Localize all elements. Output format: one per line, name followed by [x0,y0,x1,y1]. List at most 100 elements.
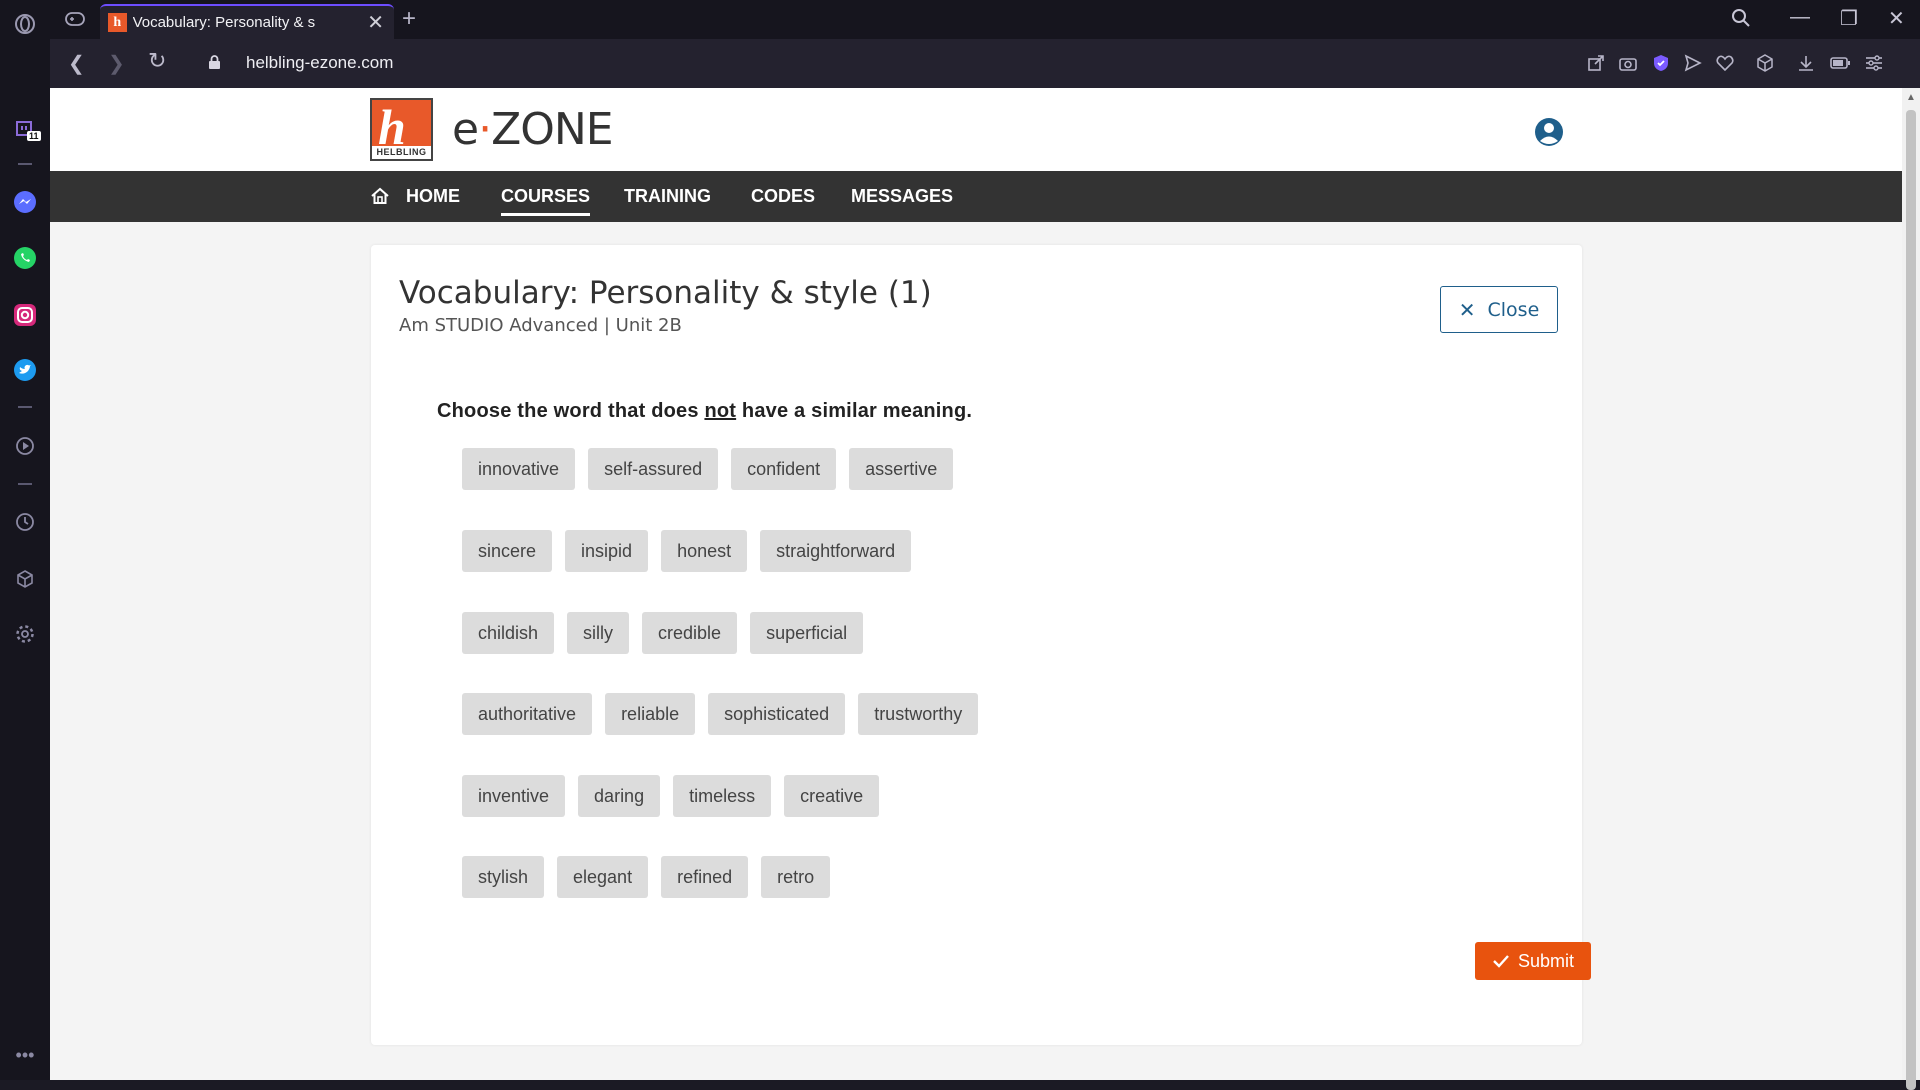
brand-prefix: e [452,104,479,155]
word-chip[interactable]: self-assured [588,448,719,490]
submit-button[interactable]: Submit [1475,942,1591,980]
submit-label: Submit [1517,950,1575,971]
word-row: childish silly credible superficial [462,612,864,654]
word-chip[interactable]: retro [761,856,831,898]
close-label: Close [1487,298,1540,321]
url-field[interactable]: helbling-ezone.com [246,53,393,73]
ezone-brand[interactable]: e·ZONE [452,104,614,155]
word-chip[interactable]: silly [567,612,630,654]
send-icon[interactable] [1682,52,1704,74]
helbling-logo[interactable]: h HELBLING [370,98,433,161]
brand-suffix: ZONE [491,104,613,155]
reload-icon[interactable]: ↻ [148,48,166,74]
word-chip[interactable]: daring [578,775,661,817]
vpn-shield-icon[interactable] [1650,52,1672,74]
instagram-icon[interactable] [13,303,37,327]
battery-icon[interactable] [1829,52,1851,74]
exercise-card: Vocabulary: Personality & style (1) Am S… [371,245,1591,1045]
more-dots-icon[interactable]: ••• [13,1043,37,1067]
browser-sidebar: 11 ••• [0,0,50,1080]
window-close-icon[interactable]: ✕ [1888,6,1905,31]
word-chip[interactable]: confident [731,448,837,490]
exercise-title: Vocabulary: Personality & style (1) [399,275,932,311]
extensions-cube-icon[interactable] [13,567,37,591]
nav-training[interactable]: TRAINING [624,186,711,207]
address-bar: ❮ ❯ ↻ helbling-ezone.com [50,39,1920,88]
word-chip[interactable]: reliable [605,693,696,735]
user-account-icon[interactable] [1534,117,1564,147]
new-tab-icon[interactable]: + [402,5,416,33]
exercise-subtitle: Am STUDIO Advanced | Unit 2B [399,315,682,336]
nav-codes[interactable]: CODES [751,186,815,207]
player-icon[interactable] [13,434,37,458]
lock-icon [209,55,220,69]
twitter-icon[interactable] [13,358,37,382]
close-icon: ✕ [1458,297,1476,322]
heart-icon[interactable] [1714,52,1736,74]
gamepad-icon[interactable] [64,8,86,30]
word-row: stylish elegant refined retro [462,856,831,898]
logo-tag: HELBLING [372,146,431,159]
instruction-text-start: Choose the word that does [437,400,705,422]
twitch-icon[interactable]: 11 [13,118,41,142]
share-icon[interactable] [1585,52,1607,74]
sidebar-divider [18,406,32,408]
tab-favicon-icon: h [108,13,127,32]
nav-messages[interactable]: MESSAGES [851,186,953,207]
whatsapp-icon[interactable] [13,246,37,270]
back-icon[interactable]: ❮ [68,51,85,76]
twitch-badge: 11 [27,131,41,141]
cube-icon[interactable] [1754,52,1776,74]
history-clock-icon[interactable] [13,510,37,534]
messenger-icon[interactable] [13,190,37,214]
word-chip[interactable]: timeless [673,775,772,817]
word-chip[interactable]: trustworthy [858,693,979,735]
camera-icon[interactable] [1617,52,1639,74]
word-chip[interactable]: sophisticated [708,693,846,735]
word-row: inventive daring timeless creative [462,775,880,817]
minimize-icon[interactable]: — [1790,6,1810,29]
word-chip[interactable]: honest [661,530,748,572]
word-row: innovative self-assured confident assert… [462,448,954,490]
word-chip[interactable]: creative [784,775,880,817]
word-chip[interactable]: authoritative [462,693,593,735]
word-chip[interactable]: insipid [565,530,649,572]
word-row: sincere insipid honest straightforward [462,530,912,572]
opera-logo-icon[interactable] [13,12,37,36]
scroll-up-icon[interactable]: ▲ [1906,92,1916,103]
word-chip[interactable]: elegant [557,856,649,898]
instruction-text-end: have a similar meaning. [736,400,973,422]
word-chip[interactable]: stylish [462,856,545,898]
brand-dot: · [478,104,492,155]
page-scrollbar[interactable]: ▲ [1902,88,1920,1090]
word-chip[interactable]: refined [661,856,749,898]
nav-courses[interactable]: COURSES [501,186,591,216]
restore-icon[interactable]: ❐ [1840,6,1858,31]
home-icon[interactable] [370,186,390,206]
search-icon[interactable] [1730,7,1752,29]
main-navigation: HOME COURSES TRAINING CODES MESSAGES [50,171,1902,222]
word-chip[interactable]: innovative [462,448,576,490]
settings-gear-icon[interactable] [13,622,37,646]
word-chip[interactable]: credible [642,612,738,654]
word-chip[interactable]: sincere [462,530,553,572]
tab-active[interactable]: h Vocabulary: Personality & s ✕ [100,4,394,39]
word-chip[interactable]: superficial [750,612,864,654]
exercise-instruction: Choose the word that does not have a sim… [437,400,972,423]
sidebar-divider [18,483,32,485]
word-chip[interactable]: straightforward [760,530,912,572]
page-viewport: h HELBLING e·ZONE HOME COURSES TRAINING … [50,88,1902,1080]
tab-close-icon[interactable]: ✕ [367,10,384,35]
tab-title: Vocabulary: Personality & s [132,14,316,31]
word-chip[interactable]: inventive [462,775,566,817]
scrollbar-thumb[interactable] [1906,110,1916,1090]
word-chip[interactable]: assertive [849,448,954,490]
tab-bar: h Vocabulary: Personality & s ✕ + — ❐ ✕ [50,0,1920,39]
download-icon[interactable] [1795,52,1817,74]
forward-icon[interactable]: ❯ [108,51,125,76]
nav-home[interactable]: HOME [406,186,460,207]
word-chip[interactable]: childish [462,612,555,654]
checkmark-icon [1493,955,1509,968]
close-button[interactable]: ✕ Close [1440,286,1558,333]
easy-setup-icon[interactable] [1863,52,1885,74]
